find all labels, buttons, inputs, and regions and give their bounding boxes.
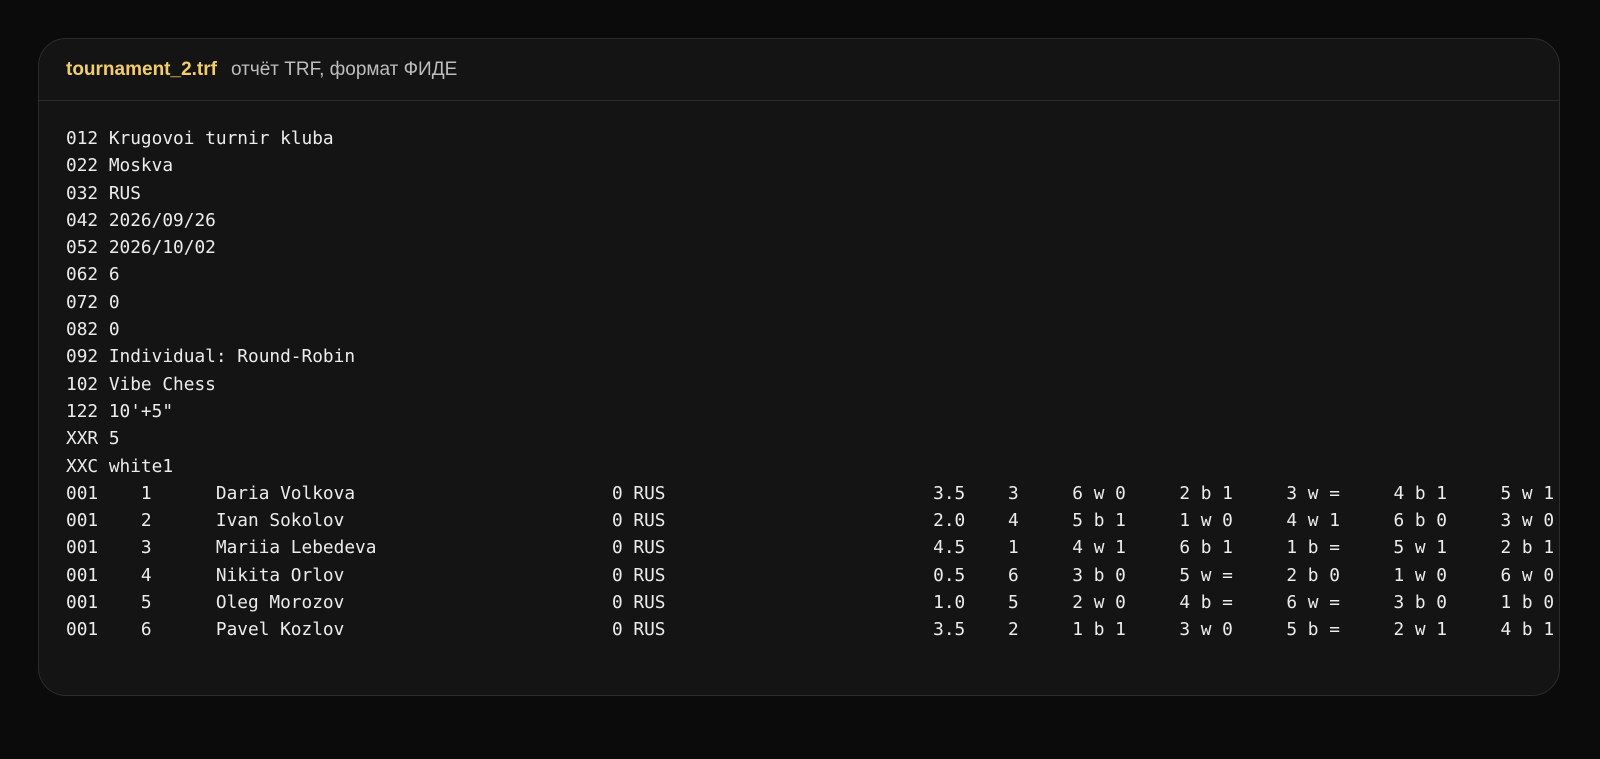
file-name: tournament_2.trf xyxy=(66,58,217,80)
trf-line-rounds: XXR 5 xyxy=(66,428,120,450)
trf-line-federation: 032 RUS xyxy=(66,182,141,204)
player-row: 001 5 Oleg Morozov 0 RUS 1.0 5 2 w 0 4 b… xyxy=(66,592,1555,614)
trf-line-tournament-type: 092 Individual: Round-Robin xyxy=(66,346,356,368)
file-viewer-window: tournament_2.trf отчёт TRF, формат ФИДЕ … xyxy=(38,38,1560,696)
trf-line-time-control: 122 10'+5" xyxy=(66,400,174,422)
player-row: 001 4 Nikita Orlov 0 RUS 0.5 6 3 b 0 5 w… xyxy=(66,564,1555,586)
trf-line-teams-count: 082 0 xyxy=(66,319,120,341)
trf-line-tournament-name: 012 Krugovoi turnir kluba xyxy=(66,128,334,149)
trf-line-end-date: 052 2026/10/02 xyxy=(66,237,216,259)
trf-line-city: 022 Moskva xyxy=(66,155,174,177)
file-content: 012 Krugovoi turnir kluba 022 Moskva 032… xyxy=(39,101,1559,644)
file-header: tournament_2.trf отчёт TRF, формат ФИДЕ xyxy=(39,39,1559,101)
trf-line-color-config: XXC white1 xyxy=(66,455,174,477)
trf-line-arbiter: 102 Vibe Chess xyxy=(66,373,216,395)
trf-line-rated-players: 072 0 xyxy=(66,291,120,313)
player-row: 001 2 Ivan Sokolov 0 RUS 2.0 4 5 b 1 1 w… xyxy=(66,510,1555,532)
player-row: 001 1 Daria Volkova 0 RUS 3.5 3 6 w 0 2 … xyxy=(66,482,1555,504)
trf-line-players-count: 062 6 xyxy=(66,264,120,286)
file-description: отчёт TRF, формат ФИДЕ xyxy=(230,58,458,80)
player-row: 001 6 Pavel Kozlov 0 RUS 3.5 2 1 b 1 3 w… xyxy=(66,619,1555,641)
player-row: 001 3 Mariia Lebedeva 0 RUS 4.5 1 4 w 1 … xyxy=(66,537,1555,559)
trf-line-start-date: 042 2026/09/26 xyxy=(66,209,216,231)
